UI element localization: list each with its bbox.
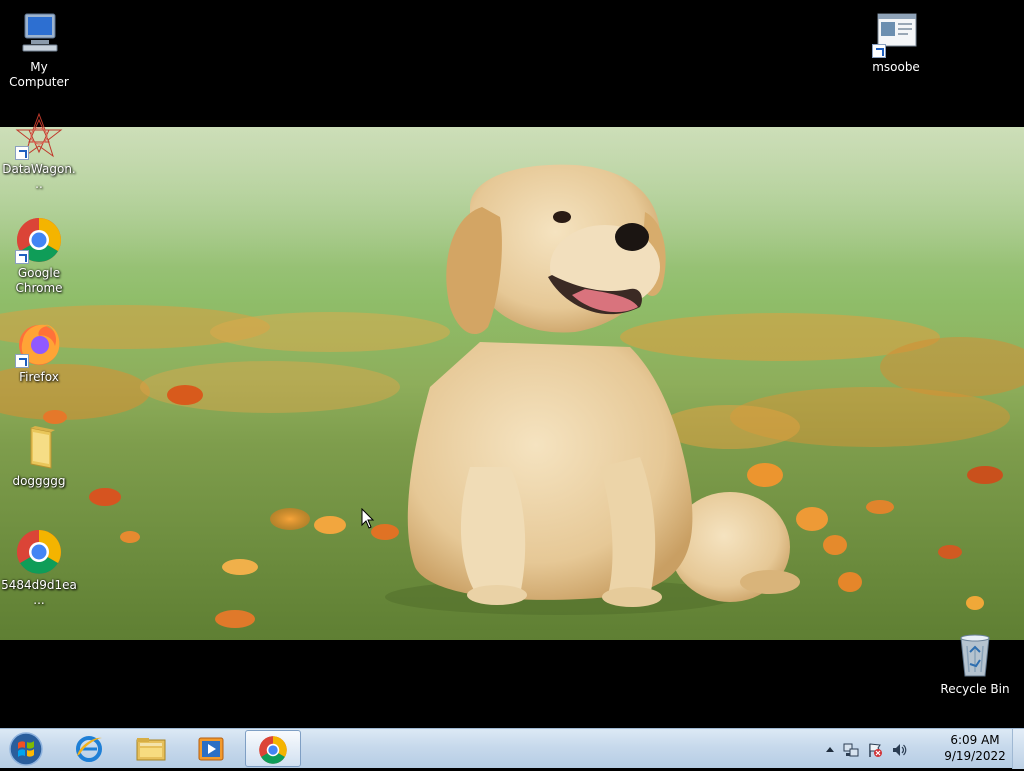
desktop-icon-label: Recycle Bin [940, 682, 1010, 696]
windows-orb-icon [9, 732, 43, 766]
recycle-bin-icon [951, 632, 999, 680]
start-button[interactable] [4, 731, 48, 767]
shortcut-arrow-icon [872, 44, 886, 58]
desktop-icon-chrome-file[interactable]: 5484d9d1ea... [0, 528, 78, 608]
desktop-icon-my-computer[interactable]: My Computer [0, 10, 78, 90]
show-hidden-icons-arrow[interactable] [825, 745, 835, 753]
desktop-icon-label: msoobe [872, 60, 920, 74]
volume-icon[interactable] [891, 742, 907, 758]
desktop-icon-label: Firefox [19, 370, 59, 384]
desktop-icon-label: DataWagon... [2, 162, 76, 191]
taskbar-google-chrome[interactable] [245, 730, 301, 767]
chrome-icon [15, 216, 63, 264]
taskbar: 6:09 AM 9/19/2022 [0, 728, 1024, 769]
internet-explorer-icon [76, 736, 102, 762]
file-explorer-icon [136, 738, 166, 761]
desktop-icon-google-chrome[interactable]: Google Chrome [0, 216, 78, 296]
firefox-icon [15, 320, 63, 368]
taskbar-internet-explorer[interactable] [62, 730, 118, 767]
system-tray: 6:09 AM 9/19/2022 [825, 729, 1010, 769]
application-window-icon [872, 10, 920, 58]
clock-time: 6:09 AM [950, 733, 1000, 747]
show-desktop-button[interactable] [1012, 729, 1024, 769]
folder-icon [15, 424, 63, 472]
desktop-icon-folder-doggggg[interactable]: doggggg [0, 424, 78, 489]
mouse-cursor-icon [361, 508, 375, 529]
taskbar-media-player[interactable] [184, 730, 240, 767]
desktop-wallpaper [0, 127, 1024, 640]
chrome-icon [15, 528, 63, 576]
desktop-icon-label: 5484d9d1ea... [1, 578, 77, 607]
computer-icon [15, 10, 63, 58]
media-player-icon [198, 737, 224, 761]
shortcut-arrow-icon [15, 146, 29, 160]
desktop-icon-msoobe[interactable]: msoobe [857, 10, 935, 75]
desktop-icon-firefox[interactable]: Firefox [0, 320, 78, 385]
taskbar-file-explorer[interactable] [123, 730, 179, 767]
desktop-icon-recycle-bin[interactable]: Recycle Bin [936, 632, 1014, 697]
desktop-icon-label: Google Chrome [15, 266, 63, 295]
datawagon-star-icon [15, 112, 63, 160]
desktop-icon-datawagon[interactable]: DataWagon... [0, 112, 78, 192]
action-center-flag-icon[interactable] [867, 742, 883, 758]
desktop-icon-label: doggggg [12, 474, 66, 488]
taskbar-clock[interactable]: 6:09 AM 9/19/2022 [940, 732, 1010, 764]
clock-date: 9/19/2022 [944, 749, 1006, 763]
network-icon[interactable] [843, 742, 859, 758]
desktop-icon-label: My Computer [9, 60, 69, 89]
chrome-icon [259, 736, 287, 764]
shortcut-arrow-icon [15, 250, 29, 264]
desktop[interactable]: My Computer msoobe DataWagon... Google C… [0, 0, 1024, 728]
shortcut-arrow-icon [15, 354, 29, 368]
